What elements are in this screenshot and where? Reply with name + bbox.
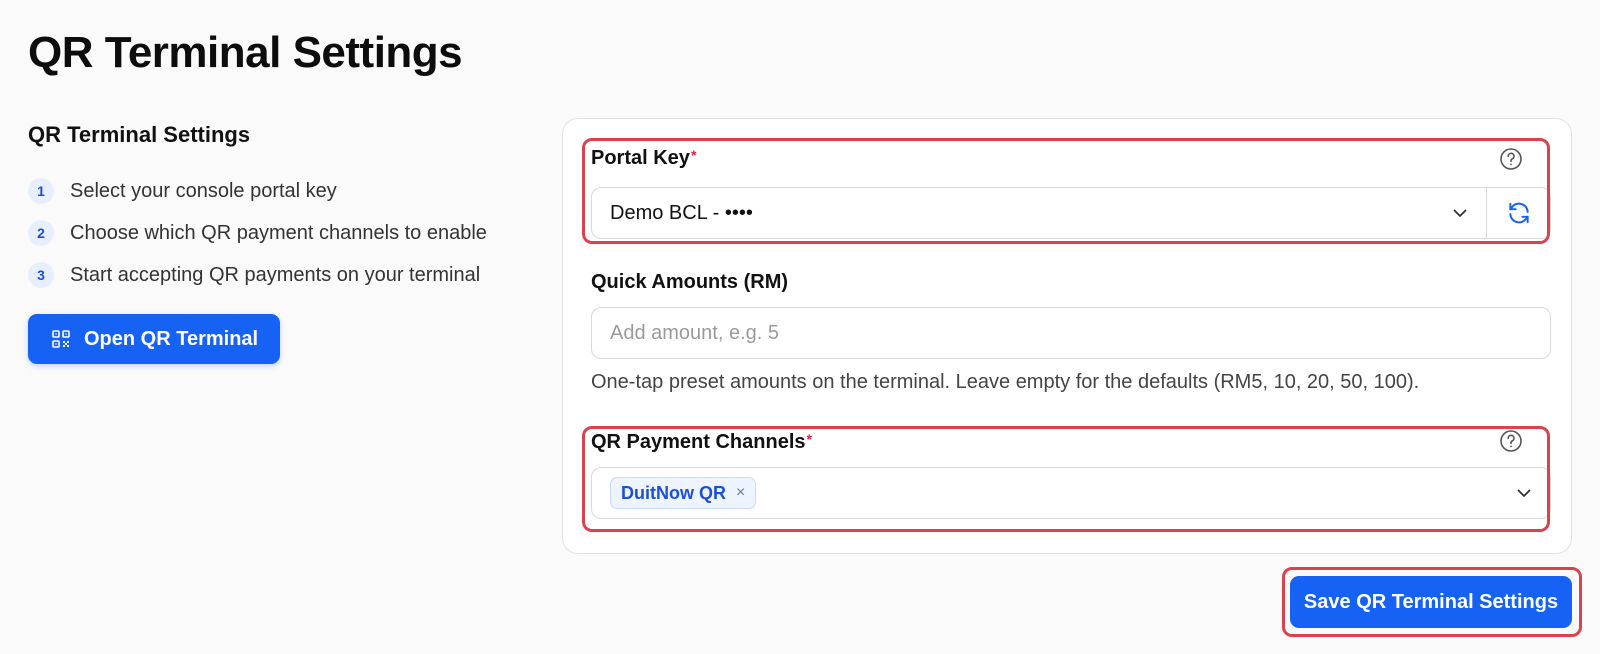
step-item: 3 Start accepting QR payments on your te… xyxy=(28,254,528,296)
step-number: 2 xyxy=(28,220,54,246)
channel-tag-label: DuitNow QR xyxy=(621,482,726,503)
settings-card: Portal Key* Demo BCL - •••• Quick Amount… xyxy=(562,118,1572,554)
quick-amounts-hint: One-tap preset amounts on the terminal. … xyxy=(591,371,1420,393)
portal-key-value: Demo BCL - •••• xyxy=(610,201,753,224)
open-qr-terminal-button[interactable]: Open QR Terminal xyxy=(28,314,281,364)
question-circle-icon[interactable] xyxy=(1499,147,1523,171)
step-item: 1 Select your console portal key xyxy=(28,170,528,212)
required-mark: * xyxy=(806,431,812,447)
step-number: 3 xyxy=(28,262,54,288)
instructions-heading: QR Terminal Settings xyxy=(28,122,251,147)
payment-channels-label-text: QR Payment Channels xyxy=(591,431,806,453)
channel-tag: DuitNow QR × xyxy=(610,477,757,509)
save-settings-button[interactable]: Save QR Terminal Settings xyxy=(1290,576,1572,628)
qr-code-icon xyxy=(52,330,70,348)
refresh-icon xyxy=(1508,202,1529,224)
question-circle-icon[interactable] xyxy=(1499,429,1523,453)
steps-list: 1 Select your console portal key 2 Choos… xyxy=(28,170,528,296)
required-mark: * xyxy=(690,147,697,163)
step-item: 2 Choose which QR payment channels to en… xyxy=(28,212,528,254)
quick-amounts-label: Quick Amounts (RM) xyxy=(591,271,789,293)
qr-terminal-settings-page: QR Terminal Settings QR Terminal Setting… xyxy=(0,0,1600,654)
refresh-button[interactable] xyxy=(1486,188,1550,238)
chevron-down-icon[interactable] xyxy=(1498,484,1550,502)
step-text: Start accepting QR payments on your term… xyxy=(70,263,481,286)
page-title: QR Terminal Settings xyxy=(28,28,463,77)
portal-key-label-text: Portal Key xyxy=(591,147,690,169)
portal-key-select[interactable]: Demo BCL - •••• xyxy=(591,187,1551,239)
chevron-down-icon[interactable] xyxy=(1434,204,1486,222)
payment-channels-select[interactable]: DuitNow QR × xyxy=(591,467,1551,519)
open-qr-terminal-label: Open QR Terminal xyxy=(84,327,259,350)
step-number: 1 xyxy=(28,178,54,204)
portal-key-label: Portal Key* xyxy=(591,147,696,170)
quick-amounts-input[interactable] xyxy=(591,307,1551,359)
payment-channels-label: QR Payment Channels* xyxy=(591,431,812,454)
instructions-panel: QR Terminal Settings 1 Select your conso… xyxy=(28,122,528,364)
step-text: Choose which QR payment channels to enab… xyxy=(70,221,487,244)
remove-tag-icon[interactable]: × xyxy=(736,484,745,502)
step-text: Select your console portal key xyxy=(70,179,337,202)
